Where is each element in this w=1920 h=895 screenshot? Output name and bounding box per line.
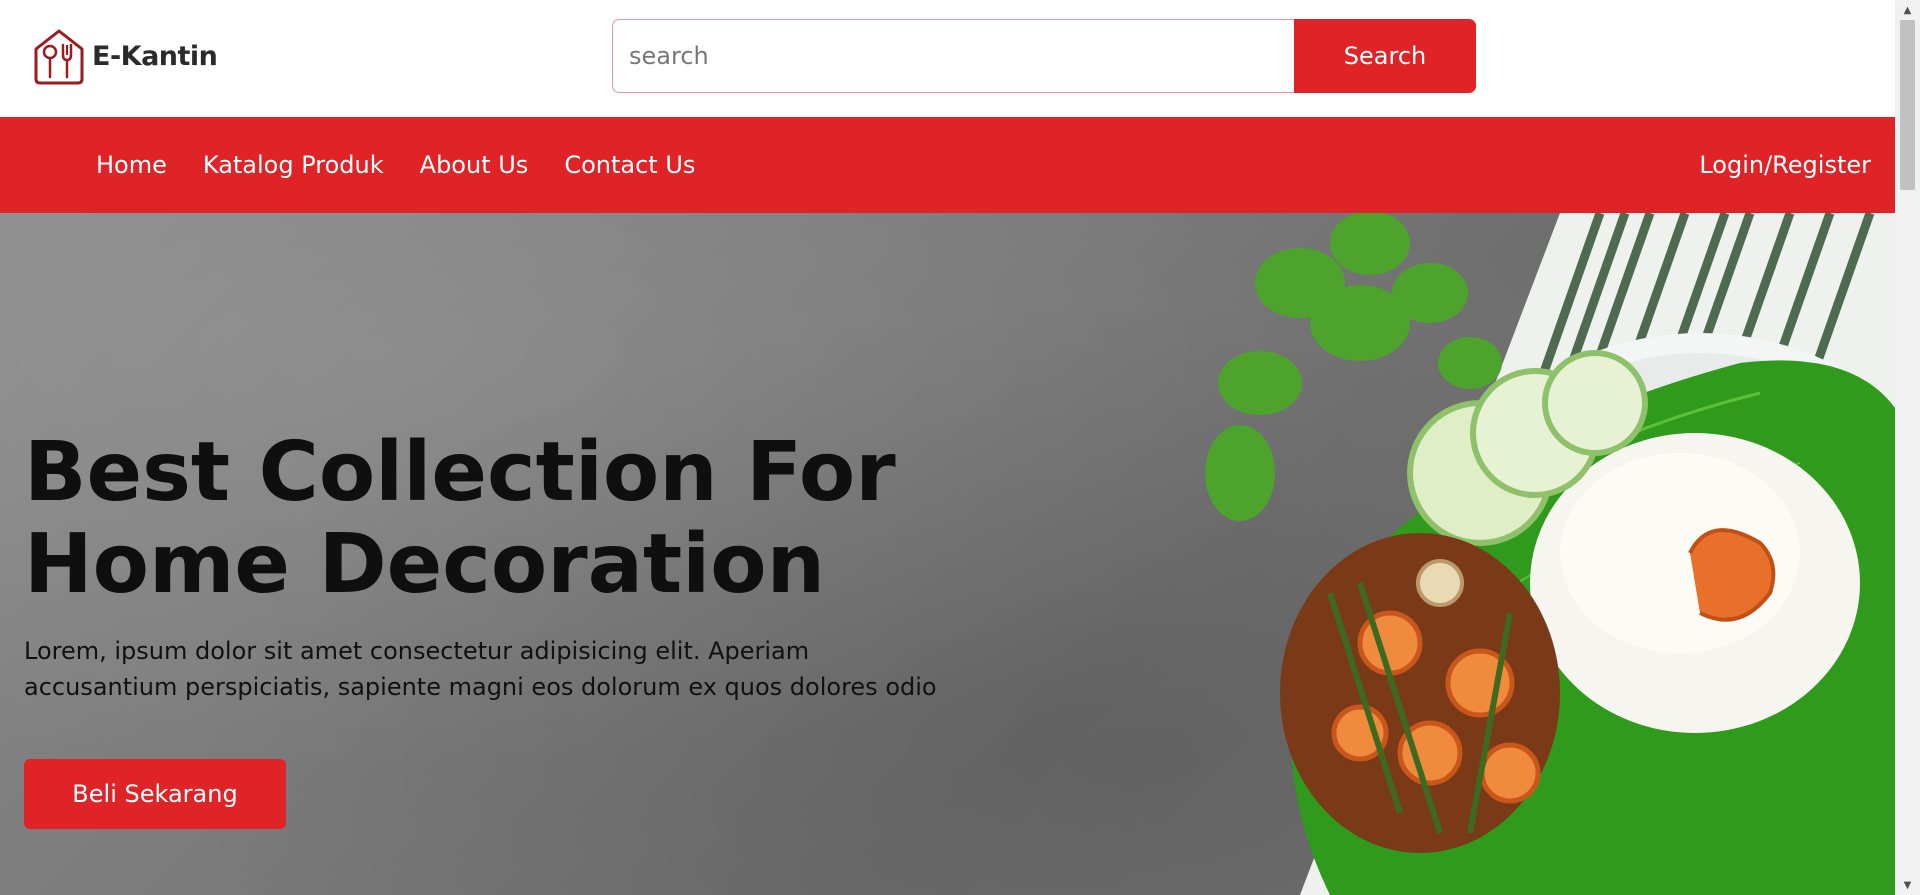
login-register-link[interactable]: Login/Register bbox=[1699, 151, 1871, 179]
brand-name: E-Kantin bbox=[92, 40, 218, 72]
nav-item-katalog-produk[interactable]: Katalog Produk bbox=[203, 151, 384, 179]
scroll-up-arrow-icon[interactable]: ▲ bbox=[1895, 0, 1920, 20]
hero-title-line-2: Home Decoration bbox=[24, 517, 825, 612]
site-header: E-Kantin Search bbox=[0, 0, 1895, 117]
brand-logo[interactable]: E-Kantin bbox=[30, 27, 218, 85]
login-register-wrap: Login/Register bbox=[1699, 117, 1871, 213]
search-button[interactable]: Search bbox=[1294, 19, 1476, 93]
main-nav: Home Katalog Produk About Us Contact Us … bbox=[0, 117, 1895, 213]
hero-title-line-1: Best Collection For bbox=[24, 425, 896, 520]
hero-title: Best Collection For Home Decoration bbox=[24, 427, 1124, 611]
hero-banner: Best Collection For Home Decoration Lore… bbox=[0, 213, 1895, 895]
beli-sekarang-button[interactable]: Beli Sekarang bbox=[24, 759, 286, 829]
shrimp-rice-plate-photo bbox=[1205, 213, 1895, 895]
hero-description: Lorem, ipsum dolor sit amet consectetur … bbox=[24, 633, 984, 705]
vertical-scrollbar[interactable]: ▲ ▼ bbox=[1895, 0, 1920, 895]
house-utensils-icon bbox=[34, 29, 84, 85]
nav-links: Home Katalog Produk About Us Contact Us bbox=[96, 117, 695, 213]
scrollbar-thumb[interactable] bbox=[1900, 20, 1915, 190]
nav-item-about-us[interactable]: About Us bbox=[420, 151, 529, 179]
page-viewport: E-Kantin Search Home Katalog Produk Abou… bbox=[0, 0, 1895, 895]
nav-item-home[interactable]: Home bbox=[96, 151, 167, 179]
hero-description-line-1: Lorem, ipsum dolor sit amet consectetur … bbox=[24, 637, 810, 665]
hero-description-line-2: accusantium perspiciatis, sapiente magni… bbox=[24, 673, 937, 701]
scroll-down-arrow-icon[interactable]: ▼ bbox=[1895, 875, 1920, 895]
nav-item-contact-us[interactable]: Contact Us bbox=[564, 151, 695, 179]
shrimp-stir-fry bbox=[1280, 533, 1560, 853]
search-bar: Search bbox=[612, 19, 1476, 93]
search-input[interactable] bbox=[612, 19, 1294, 93]
